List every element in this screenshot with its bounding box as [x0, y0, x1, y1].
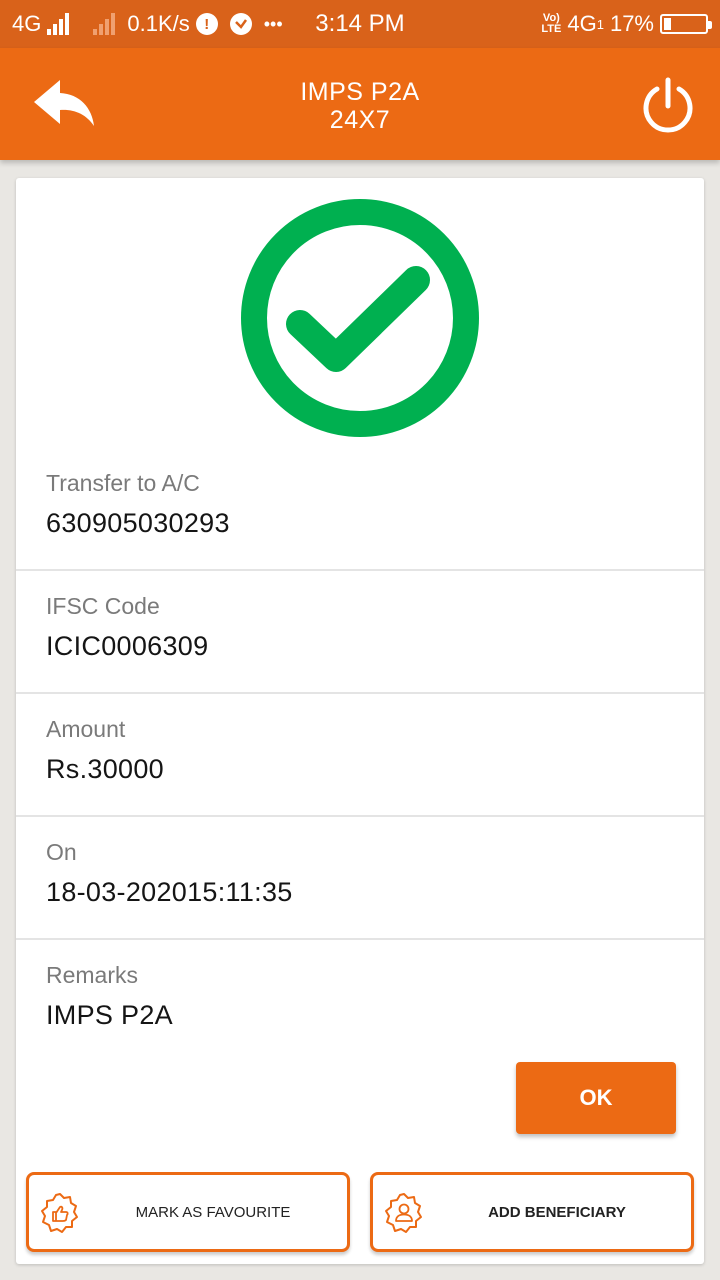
- battery-fill: [664, 18, 671, 30]
- status-right: Vo) LTE 4G 1 17%: [541, 11, 712, 37]
- account-value: 630905030293: [46, 508, 230, 538]
- detail-row-account: Transfer to A/C 630905030293: [16, 448, 704, 571]
- page-title-line1: IMPS P2A: [300, 78, 420, 106]
- account-label: Transfer to A/C: [46, 470, 200, 496]
- status-bar: 4G 0.1K/s ! ••• 3:14 PM Vo) LTE 4G 1 17%: [0, 0, 720, 48]
- date-label: On: [46, 839, 77, 865]
- network-type-2: 4G: [567, 11, 597, 36]
- signal-icon-sim2: [93, 13, 116, 35]
- network-speed: 0.1K/s: [127, 11, 190, 36]
- back-arrow-icon[interactable]: [30, 76, 100, 132]
- add-beneficiary-label: ADD BENEFICIARY: [488, 1203, 626, 1221]
- date-value: 18-03-202015:11:35: [46, 877, 293, 907]
- ifsc-label: IFSC Code: [46, 593, 160, 619]
- battery-percent: 17%: [609, 11, 654, 36]
- detail-row-ifsc: IFSC Code ICIC0006309: [16, 571, 704, 694]
- app-notification-icon: [229, 13, 252, 35]
- more-notifications-icon: •••: [263, 13, 283, 34]
- battery-icon: [660, 14, 712, 34]
- remarks-value: IMPS P2A: [46, 1000, 173, 1030]
- transaction-summary-card: Transfer to A/C 630905030293 IFSC Code I…: [16, 178, 704, 1264]
- add-beneficiary-button[interactable]: ADD BENEFICIARY: [370, 1172, 694, 1252]
- page-title: IMPS P2A 24X7: [160, 78, 560, 134]
- mark-as-favourite-label: MARK AS FAVOURITE: [135, 1203, 291, 1221]
- signal-icon: [47, 13, 70, 35]
- check-circle-icon: [238, 196, 482, 440]
- volte-bottom: LTE: [541, 23, 562, 35]
- status-left: 4G 0.1K/s ! •••: [12, 11, 283, 37]
- sim-index: 1: [596, 16, 604, 32]
- amount-label: Amount: [46, 716, 126, 742]
- amount-value: Rs.30000: [46, 754, 164, 784]
- detail-row-remarks: Remarks IMPS P2A: [16, 940, 704, 1063]
- power-icon[interactable]: [638, 76, 698, 136]
- mark-as-favourite-button[interactable]: MARK AS FAVOURITE: [26, 1172, 350, 1252]
- remarks-label: Remarks: [46, 962, 139, 988]
- detail-row-date: On 18-03-202015:11:35: [16, 817, 704, 940]
- app-bar: IMPS P2A 24X7: [0, 48, 720, 160]
- page-title-line2: 24X7: [329, 106, 391, 134]
- network-type-1: 4G: [12, 11, 42, 36]
- thumbs-up-badge-icon: [39, 1192, 81, 1234]
- detail-row-amount: Amount Rs.30000: [16, 694, 704, 817]
- ok-button[interactable]: OK: [516, 1062, 676, 1134]
- alert-icon: !: [195, 13, 218, 35]
- ifsc-value: ICIC0006309: [46, 631, 209, 661]
- user-badge-icon: [383, 1192, 425, 1234]
- volte-icon: Vo) LTE: [541, 13, 561, 35]
